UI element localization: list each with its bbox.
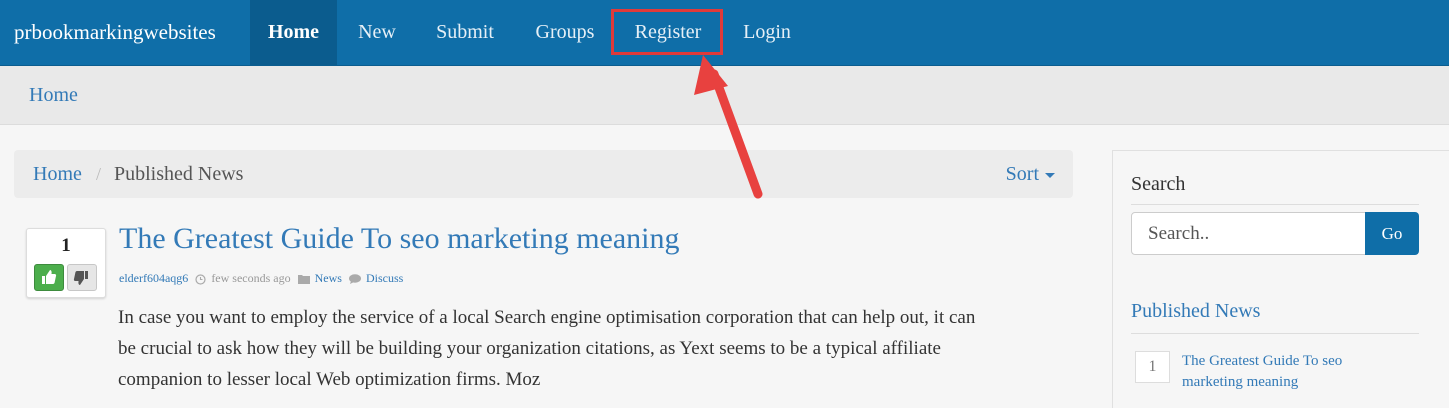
author-link[interactable]: elderf604aqg6 [119, 271, 188, 285]
search-go-button[interactable]: Go [1365, 212, 1419, 255]
nav-home[interactable]: Home [250, 0, 337, 65]
sub-header-bar: Home [0, 66, 1449, 125]
story-meta: elderf604aqg6 few seconds ago News Discu… [119, 271, 403, 286]
category-link[interactable]: News [315, 271, 342, 285]
thumbs-down-icon [73, 271, 88, 285]
breadcrumb-home-link[interactable]: Home [33, 150, 82, 198]
site-brand[interactable]: prbookmarkingwebsites [14, 0, 216, 65]
folder-icon [297, 275, 310, 285]
clock-icon [195, 274, 206, 285]
story-time: few seconds ago [211, 271, 291, 285]
vote-box: 1 [26, 228, 106, 298]
breadcrumb-separator: / [96, 164, 102, 184]
divider [1131, 204, 1419, 205]
sort-label: Sort [1005, 163, 1039, 185]
discuss-link[interactable]: Discuss [366, 271, 403, 285]
vote-count: 1 [61, 235, 71, 256]
downvote-button[interactable] [67, 264, 97, 291]
comment-icon [348, 274, 361, 285]
sort-dropdown[interactable]: Sort [1006, 150, 1055, 198]
breadcrumb-current: Published News [114, 163, 244, 185]
nav-submit[interactable]: Submit [417, 0, 513, 65]
breadcrumb: Home / Published News Sort [14, 150, 1073, 198]
sidebar-news-link[interactable]: The Greatest Guide To seo marketing mean… [1182, 351, 1382, 393]
search-input[interactable] [1131, 212, 1366, 255]
story-title-link[interactable]: The Greatest Guide To seo marketing mean… [119, 222, 680, 256]
register-highlight-box [611, 9, 723, 55]
divider [1131, 333, 1419, 334]
sidebar-search-title: Search [1131, 173, 1186, 195]
story-excerpt: In case you want to employ the service o… [118, 307, 976, 390]
caret-down-icon [1045, 172, 1055, 178]
sidebar-news-rank: 1 [1135, 351, 1170, 383]
upvote-button[interactable] [34, 264, 64, 291]
nav-login[interactable]: Login [723, 0, 811, 65]
nav-groups[interactable]: Groups [515, 0, 615, 65]
sidebar-published-news-title[interactable]: Published News [1131, 300, 1260, 323]
top-navbar: prbookmarkingwebsites Home New Submit Gr… [0, 0, 1449, 66]
thumbs-up-icon [42, 270, 57, 284]
subbar-home-link[interactable]: Home [29, 66, 78, 124]
nav-new[interactable]: New [339, 0, 415, 65]
